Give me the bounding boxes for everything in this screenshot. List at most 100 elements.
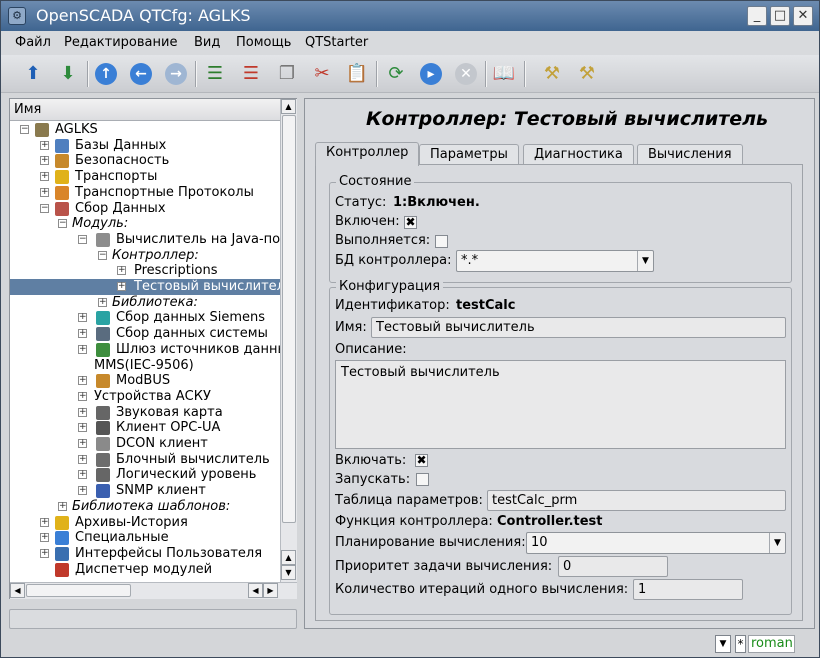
expand-icon[interactable]: + xyxy=(78,376,87,386)
tree-item[interactable]: + Транспорты xyxy=(10,169,280,185)
tree-vscroll-thumb[interactable] xyxy=(282,115,296,523)
expand-icon[interactable]: + xyxy=(40,517,49,527)
menu-qtstarter[interactable]: QTStarter xyxy=(305,35,368,50)
menu-file[interactable]: Файл xyxy=(15,35,51,50)
paste-icon[interactable]: 📋 xyxy=(343,60,371,88)
tree-item[interactable]: − Модуль: xyxy=(10,216,280,232)
controller-db-select[interactable]: *.* ▼ xyxy=(456,250,654,272)
tree-item[interactable]: − AGLKS xyxy=(10,122,280,138)
vision-tool-icon[interactable]: ⚒ xyxy=(573,60,601,88)
cut-icon[interactable]: ✂ xyxy=(308,60,336,88)
tree-item[interactable]: + Безопасность xyxy=(10,153,280,169)
expand-icon[interactable]: + xyxy=(40,548,49,558)
scroll-up-icon[interactable]: ▲ xyxy=(281,550,296,565)
tree-item[interactable]: + Блочный вычислитель xyxy=(10,452,280,468)
tree-item[interactable]: + Транспортные Протоколы xyxy=(10,185,280,201)
expand-icon[interactable]: + xyxy=(78,313,87,323)
chevron-down-icon[interactable]: ▼ xyxy=(715,635,731,653)
tree-item[interactable]: + Звуковая карта xyxy=(10,405,280,421)
priority-input[interactable]: 0 xyxy=(558,556,668,577)
minimize-button[interactable]: _ xyxy=(747,6,767,26)
expand-icon[interactable]: + xyxy=(40,140,49,150)
tab-parameters[interactable]: Параметры xyxy=(419,144,519,165)
collapse-icon[interactable]: − xyxy=(78,234,87,244)
expand-icon[interactable]: + xyxy=(78,423,87,433)
tab-diagnostics[interactable]: Диагностика xyxy=(523,144,634,165)
collapse-icon[interactable]: − xyxy=(40,203,49,213)
scroll-down-icon[interactable]: ▼ xyxy=(281,565,296,580)
tab-calculations[interactable]: Вычисления xyxy=(637,144,743,165)
running-checkbox[interactable] xyxy=(435,235,448,248)
tree-horizontal-scrollbar[interactable]: ◀ ◀ ▶ xyxy=(10,582,297,599)
expand-icon[interactable]: + xyxy=(78,329,87,339)
tree-item[interactable]: Диспетчер модулей xyxy=(10,562,280,578)
collapse-icon[interactable]: − xyxy=(58,219,67,229)
tree-item[interactable]: + Шлюз источников данны xyxy=(10,342,280,358)
tree-item[interactable]: − Сбор Данных xyxy=(10,201,280,217)
expand-icon[interactable]: + xyxy=(40,533,49,543)
tree-column-header[interactable]: Имя xyxy=(10,99,280,121)
tree-item[interactable]: + Базы Данных xyxy=(10,138,280,154)
enabled-checkbox[interactable]: ✖ xyxy=(404,216,417,229)
title-bar[interactable]: ⚙ OpenSCADA QTCfg: AGLKS _ □ ✕ xyxy=(1,1,819,31)
collapse-icon[interactable]: − xyxy=(20,125,29,134)
expand-icon[interactable]: + xyxy=(78,344,87,354)
add-item-icon[interactable]: ☰ xyxy=(201,60,229,88)
tree-item[interactable]: + Сбор данных Siemens xyxy=(10,310,280,326)
expand-icon[interactable]: + xyxy=(78,439,87,448)
menu-edit[interactable]: Редактирование xyxy=(64,35,177,50)
tree-item[interactable]: − Вычислитель на Java-по xyxy=(10,232,280,248)
scroll-up-icon[interactable]: ▲ xyxy=(281,99,296,114)
forward-icon[interactable]: → xyxy=(162,60,190,88)
scroll-left-icon[interactable]: ◀ xyxy=(248,583,263,598)
chevron-down-icon[interactable]: ▼ xyxy=(769,533,785,553)
expand-icon[interactable]: + xyxy=(78,391,87,401)
tree-item[interactable]: + Архивы-История xyxy=(10,515,280,531)
close-button[interactable]: ✕ xyxy=(793,6,813,26)
expand-icon[interactable]: + xyxy=(40,172,49,182)
start-on-load-checkbox[interactable] xyxy=(416,473,429,486)
db-save-icon[interactable]: ⬇ xyxy=(54,60,82,88)
navigation-tree[interactable]: − AGLKS + Базы Данных + Безопасность + Транспор… xyxy=(10,121,280,581)
scroll-left-icon[interactable]: ◀ xyxy=(10,583,25,598)
tree-item[interactable]: + Сбор данных системы xyxy=(10,326,280,342)
tree-item[interactable]: + DCON клиент xyxy=(10,436,280,452)
expand-icon[interactable]: + xyxy=(58,501,67,511)
tree-item[interactable]: MMS(IEC-9506) xyxy=(10,358,280,374)
scroll-right-icon[interactable]: ▶ xyxy=(263,583,278,598)
config-tool-icon[interactable]: ⚒ xyxy=(538,60,566,88)
expand-icon[interactable]: + xyxy=(78,470,87,480)
iterations-input[interactable]: 1 xyxy=(633,579,743,600)
current-user-badge[interactable]: roman xyxy=(748,635,795,653)
expand-icon[interactable]: + xyxy=(78,454,87,464)
copy-icon[interactable]: ❐ xyxy=(273,60,301,88)
tree-item[interactable]: + SNMP клиент xyxy=(10,483,280,499)
collapse-icon[interactable]: − xyxy=(98,250,107,260)
back-icon[interactable]: ← xyxy=(127,60,155,88)
expand-icon[interactable]: + xyxy=(40,187,49,197)
maximize-button[interactable]: □ xyxy=(770,6,790,26)
tree-item[interactable]: + Устройства АСКУ xyxy=(10,389,280,405)
delete-item-icon[interactable]: ☰ xyxy=(237,60,265,88)
expand-icon[interactable]: + xyxy=(78,407,87,417)
menu-help[interactable]: Помощь xyxy=(236,35,291,50)
schedule-select[interactable]: 10 ▼ xyxy=(526,532,786,554)
tab-controller[interactable]: Контроллер xyxy=(315,142,420,166)
up-icon[interactable]: ↑ xyxy=(92,60,120,88)
parameters-table-input[interactable]: testCalc_prm xyxy=(487,490,786,511)
tree-item[interactable]: + Специальные xyxy=(10,530,280,546)
expand-icon[interactable]: + xyxy=(40,156,49,166)
openscada-logo-icon[interactable]: ⚙ xyxy=(8,7,26,25)
enable-on-start-checkbox[interactable]: ✖ xyxy=(415,454,428,467)
tree-hscroll-thumb[interactable] xyxy=(26,584,131,597)
tree-item[interactable]: + ModBUS xyxy=(10,373,280,389)
refresh-icon[interactable]: ⟳ xyxy=(382,60,410,88)
description-textarea[interactable]: Тестовый вычислитель xyxy=(335,360,786,449)
start-icon[interactable]: ▸ xyxy=(417,60,445,88)
menu-view[interactable]: Вид xyxy=(194,35,220,50)
name-input[interactable]: Тестовый вычислитель xyxy=(371,317,786,338)
tree-vertical-scrollbar[interactable]: ▲ ▲ ▼ xyxy=(280,99,297,582)
tree-item[interactable]: + Логический уровень xyxy=(10,467,280,483)
tree-item[interactable]: + Клиент OPC-UA xyxy=(10,420,280,436)
expand-icon[interactable]: + xyxy=(98,297,107,307)
